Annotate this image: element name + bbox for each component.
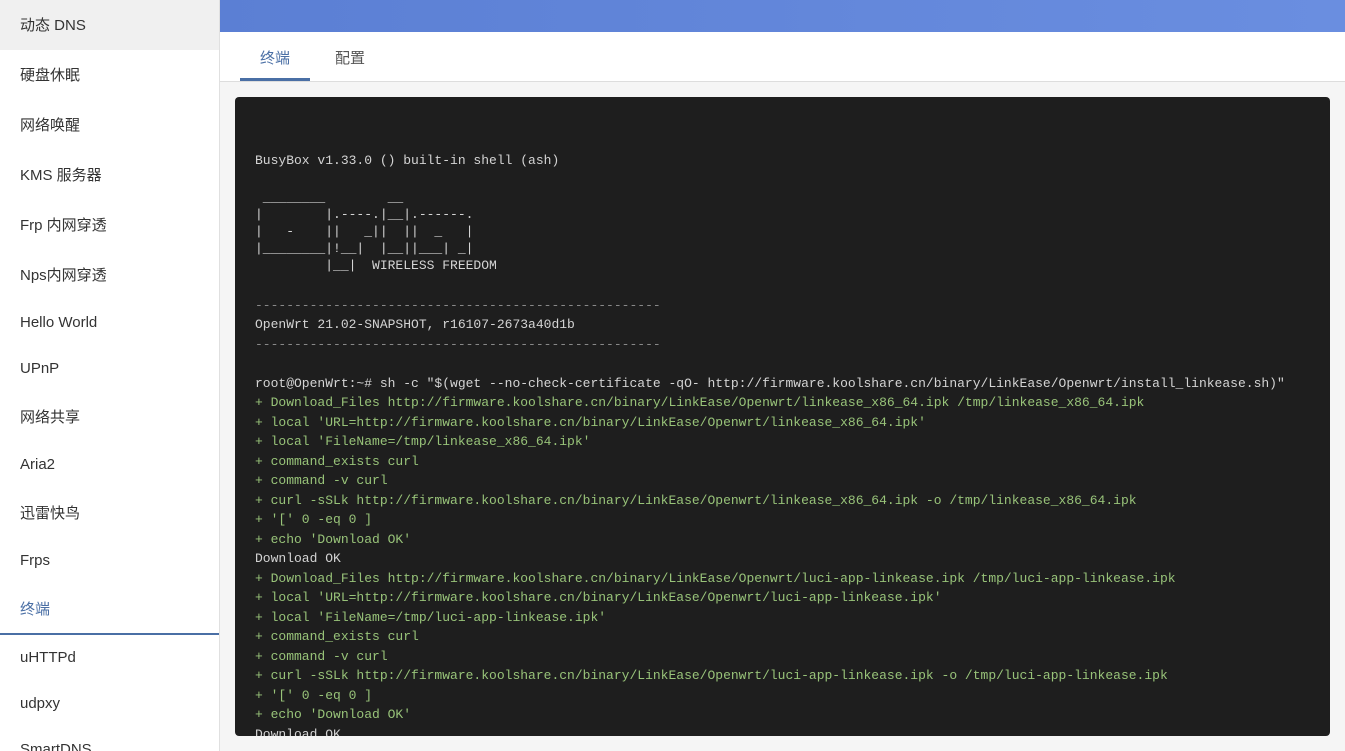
terminal-line-14: + command -v curl xyxy=(255,647,1310,667)
terminal-line-17: + echo 'Download OK' xyxy=(255,705,1310,725)
sidebar-item-label: UPnP xyxy=(20,360,59,377)
tab-config-tab[interactable]: 配置 xyxy=(315,35,385,81)
sidebar-item-upnp[interactable]: UPnP xyxy=(0,346,219,392)
tab-terminal-tab[interactable]: 终端 xyxy=(240,35,310,81)
terminal-container: BusyBox v1.33.0 () built-in shell (ash) … xyxy=(235,97,1330,736)
sidebar-item-frp-tunnel[interactable]: Frp 内网穿透 xyxy=(0,200,219,250)
sidebar-item-dynamic-dns[interactable]: 动态 DNS xyxy=(0,0,219,50)
terminal-line-0: root@OpenWrt:~# sh -c "$(wget --no-check… xyxy=(255,374,1310,394)
terminal-line-4: + command_exists curl xyxy=(255,452,1310,472)
sidebar-item-label: 硬盘休眠 xyxy=(20,64,80,85)
terminal-output[interactable]: BusyBox v1.33.0 () built-in shell (ash) … xyxy=(235,97,1330,736)
terminal-line-7: + '[' 0 -eq 0 ] xyxy=(255,510,1310,530)
sidebar-item-kms-server[interactable]: KMS 服务器 xyxy=(0,150,219,200)
sidebar-item-label: KMS 服务器 xyxy=(20,164,102,185)
separator-1: ----------------------------------------… xyxy=(255,296,1310,316)
sidebar-item-label: 迅雷快鸟 xyxy=(20,502,80,523)
sidebar-item-frps[interactable]: Frps xyxy=(0,538,219,584)
terminal-line-13: + command_exists curl xyxy=(255,627,1310,647)
sidebar-item-label: Aria2 xyxy=(20,456,55,473)
sidebar-item-nps-tunnel[interactable]: Nps内网穿透 xyxy=(0,250,219,300)
openwrt-version: OpenWrt 21.02-SNAPSHOT, r16107-2673a40d1… xyxy=(255,315,1310,335)
separator-2: ----------------------------------------… xyxy=(255,335,1310,355)
top-bar xyxy=(220,0,1345,32)
sidebar-item-label: Nps内网穿透 xyxy=(20,264,107,285)
sidebar-item-label: 网络共享 xyxy=(20,406,80,427)
terminal-line-12: + local 'FileName=/tmp/luci-app-linkease… xyxy=(255,608,1310,628)
terminal-line-3: + local 'FileName=/tmp/linkease_x86_64.i… xyxy=(255,432,1310,452)
sidebar-item-xunlei[interactable]: 迅雷快鸟 xyxy=(0,488,219,538)
sidebar-item-label: udpxy xyxy=(20,695,60,712)
sidebar-item-label: 动态 DNS xyxy=(20,14,86,35)
sidebar: 动态 DNS 硬盘休眠网络唤醒 KMS 服务器 Frp 内网穿透 Nps内网穿透 Hell… xyxy=(0,0,220,751)
ascii-art-banner: ________ __ | |.----.|__|.------. | - ||… xyxy=(255,190,1310,274)
sidebar-item-label: 终端 xyxy=(20,598,50,619)
sidebar-item-disk-sleep[interactable]: 硬盘休眠 xyxy=(0,50,219,100)
tab-bar: 终端配置 xyxy=(220,32,1345,82)
terminal-line-1: + Download_Files http://firmware.koolsha… xyxy=(255,393,1310,413)
terminal-line-9: Download OK xyxy=(255,549,1310,569)
busybox-version: BusyBox v1.33.0 () built-in shell (ash) xyxy=(255,151,1310,171)
sidebar-item-uhttpd[interactable]: uHTTPd xyxy=(0,635,219,681)
terminal-line-10: + Download_Files http://firmware.koolsha… xyxy=(255,569,1310,589)
sidebar-item-udpxy[interactable]: udpxy xyxy=(0,681,219,727)
sidebar-item-terminal[interactable]: 终端 xyxy=(0,584,219,635)
terminal-line-18: Download OK xyxy=(255,725,1310,736)
sidebar-item-label: Frps xyxy=(20,552,50,569)
terminal-line-15: + curl -sSLk http://firmware.koolshare.c… xyxy=(255,666,1310,686)
sidebar-item-label: 网络唤醒 xyxy=(20,114,80,135)
sidebar-item-hello-world[interactable]: Hello World xyxy=(0,300,219,346)
sidebar-item-smartdns[interactable]: SmartDNS xyxy=(0,727,219,751)
sidebar-item-label: Frp 内网穿透 xyxy=(20,214,107,235)
sidebar-item-label: Hello World xyxy=(20,314,97,331)
sidebar-item-aria2[interactable]: Aria2 xyxy=(0,442,219,488)
sidebar-item-label: uHTTPd xyxy=(20,649,76,666)
terminal-line-6: + curl -sSLk http://firmware.koolshare.c… xyxy=(255,491,1310,511)
terminal-line-16: + '[' 0 -eq 0 ] xyxy=(255,686,1310,706)
sidebar-item-network-wakeup[interactable]: 网络唤醒 xyxy=(0,100,219,150)
sidebar-item-label: SmartDNS xyxy=(20,741,92,751)
terminal-line-8: + echo 'Download OK' xyxy=(255,530,1310,550)
sidebar-item-network-share[interactable]: 网络共享 xyxy=(0,392,219,442)
terminal-line-11: + local 'URL=http://firmware.koolshare.c… xyxy=(255,588,1310,608)
terminal-line-2: + local 'URL=http://firmware.koolshare.c… xyxy=(255,413,1310,433)
terminal-line-5: + command -v curl xyxy=(255,471,1310,491)
main-content: 终端配置 BusyBox v1.33.0 () built-in shell (… xyxy=(220,0,1345,751)
